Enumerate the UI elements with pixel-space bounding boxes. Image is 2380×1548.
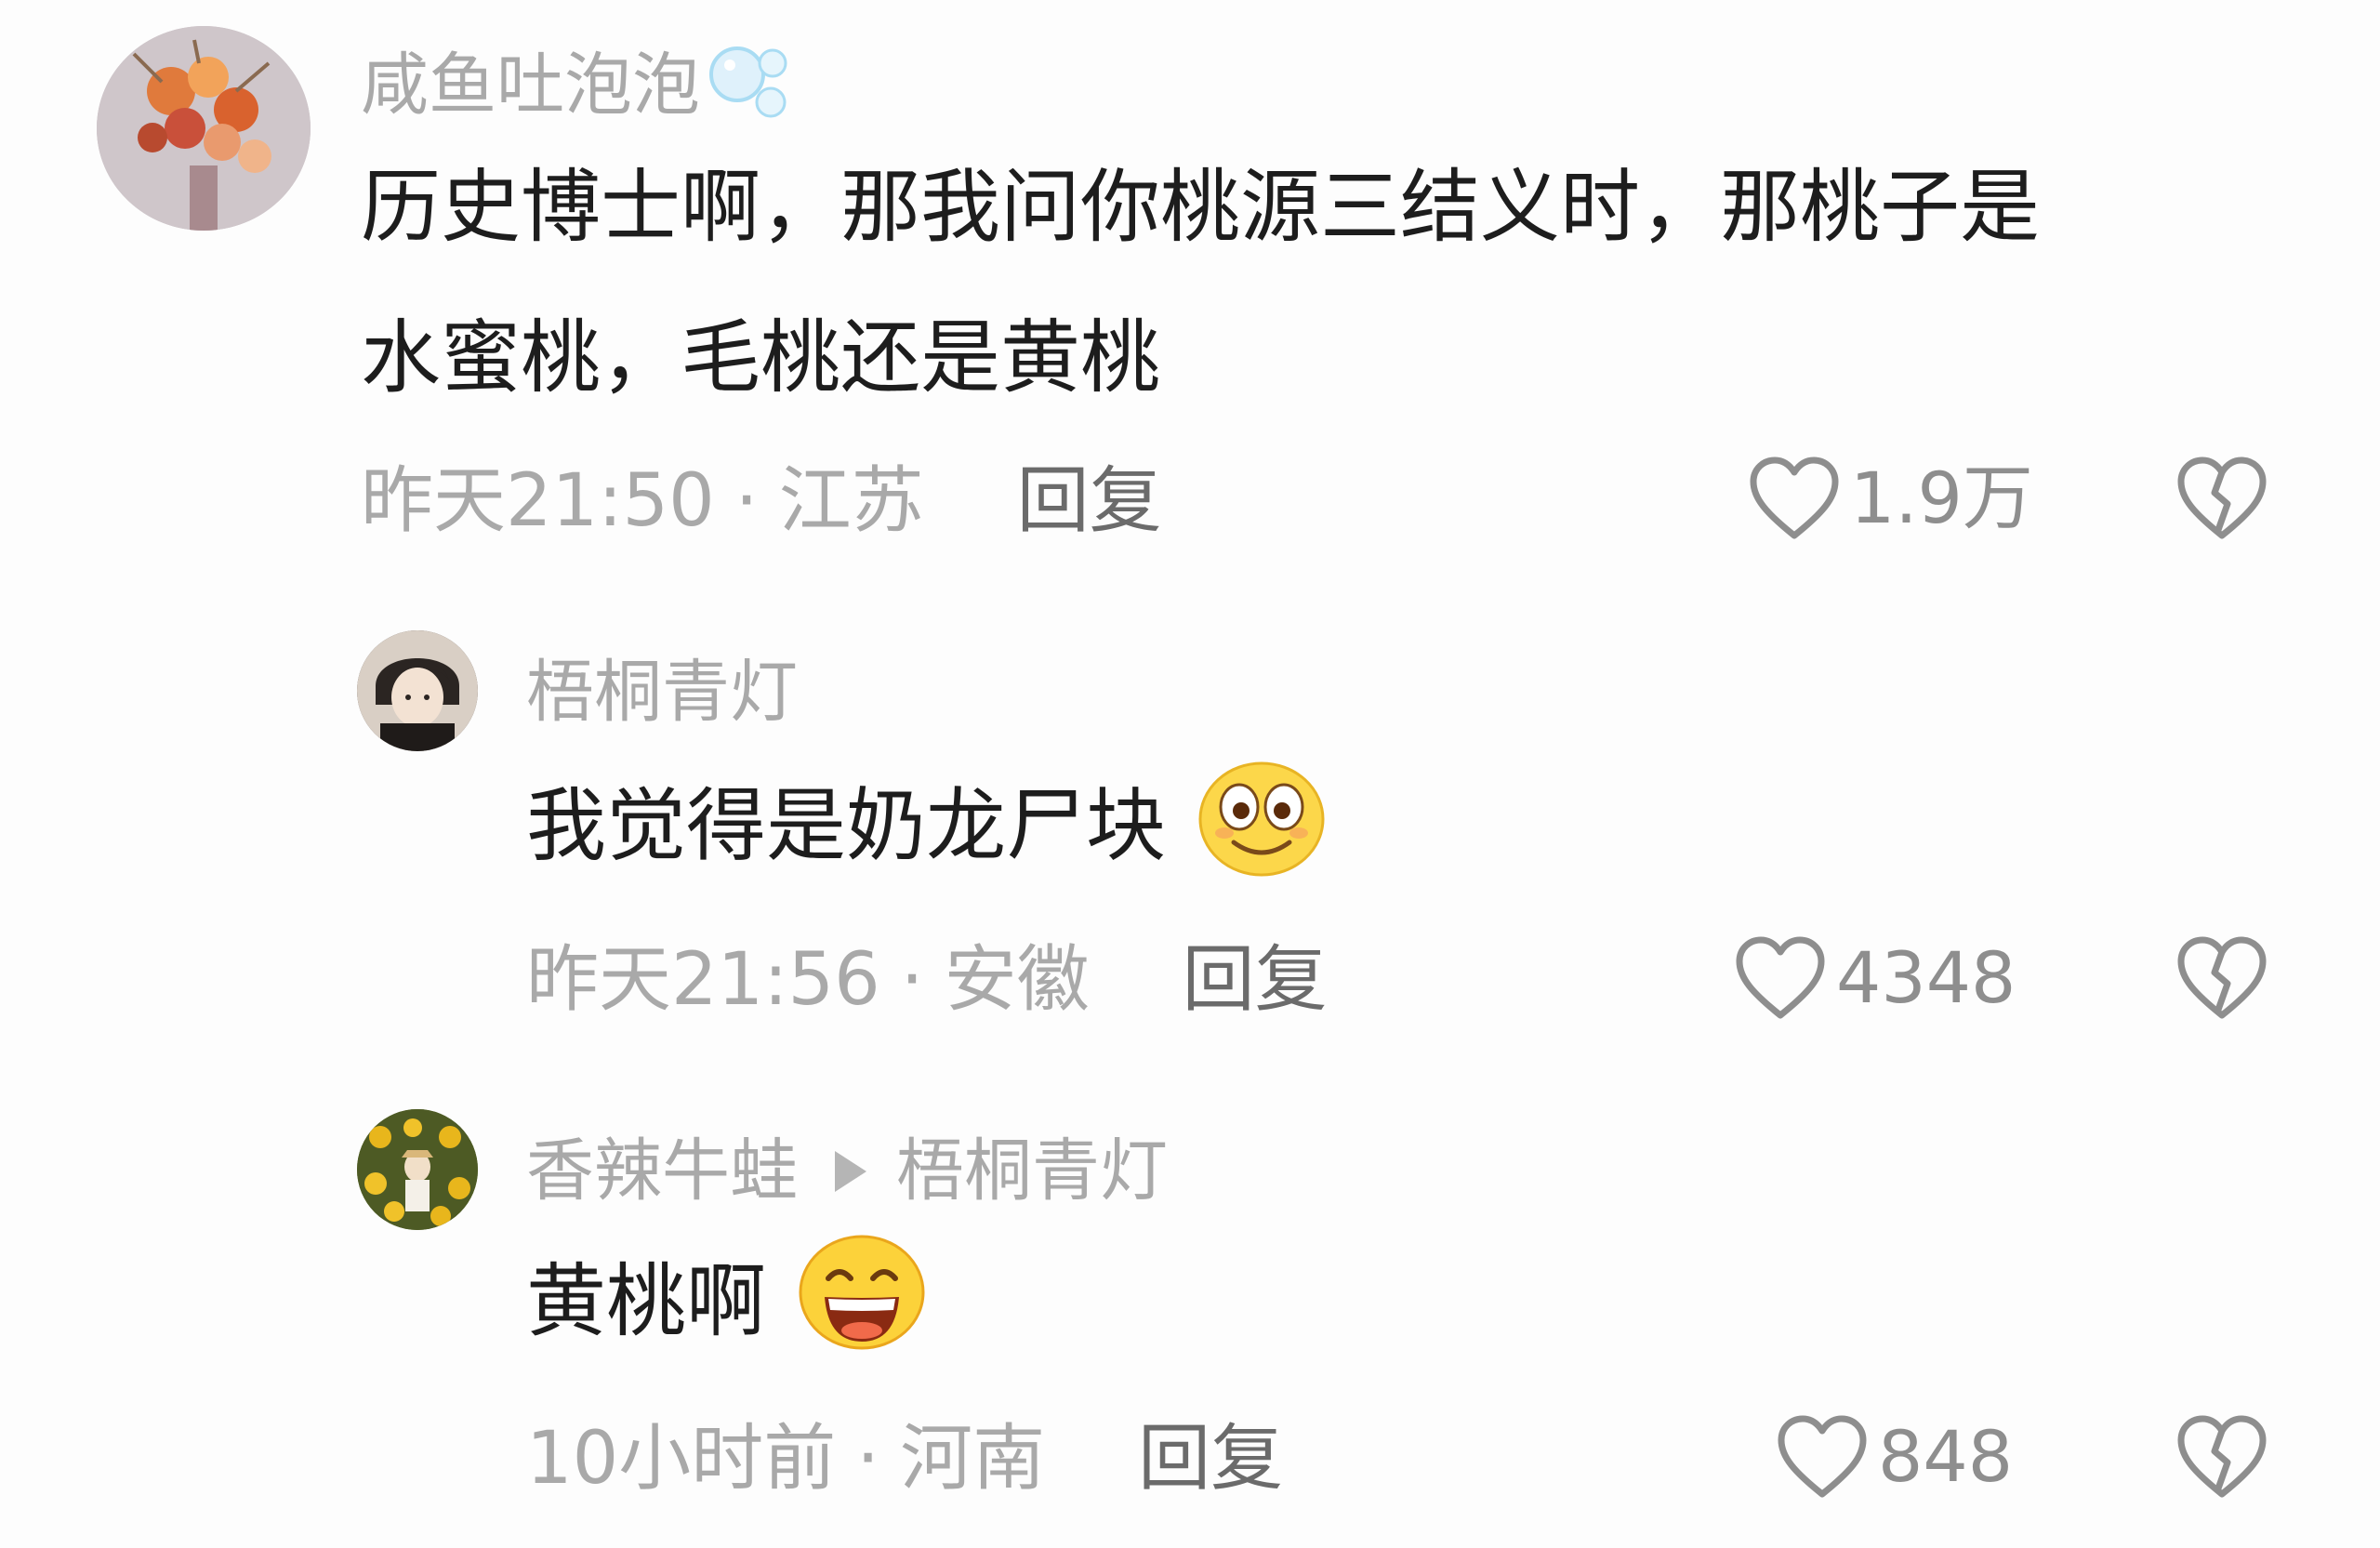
reply-item: 香辣牛蛙 梧桐青灯 黄桃啊 10小时前 · 河南 回复 848 — [0, 1092, 2380, 1548]
comment-meta: 昨天21:56 · 安徽 回复 — [526, 944, 1328, 1016]
timestamp: 昨天21:56 — [526, 938, 880, 1022]
like-count: 848 — [1878, 1415, 2014, 1498]
reply-to-username[interactable]: 梧桐青灯 — [896, 1137, 1168, 1205]
heart-outline-icon — [1736, 936, 1825, 1019]
like-button[interactable]: 1.9万 — [1748, 456, 2033, 541]
comment-item: 咸鱼吐泡泡 历史博士啊，那我问你桃源三结义时，那桃子是 水蜜桃，毛桃还是黄桃 昨… — [0, 0, 2380, 576]
broken-heart-icon — [2177, 456, 2267, 539]
broken-heart-icon — [2177, 936, 2267, 1019]
username[interactable]: 梧桐青灯 — [526, 658, 798, 726]
bubbles-emoji-icon — [707, 37, 800, 132]
like-button[interactable]: 4348 — [1734, 935, 2016, 1021]
avatar[interactable] — [357, 630, 478, 751]
username-text: 咸鱼吐泡泡 — [361, 45, 700, 125]
heart-outline-icon — [1778, 1415, 1867, 1498]
location: 江苏 — [778, 459, 924, 543]
reply-item: 梧桐青灯 我觉得是奶龙尸块 昨天21:56 · 安徽 回复 4348 — [0, 614, 2380, 1060]
dislike-button[interactable] — [2175, 935, 2268, 1025]
reply-button[interactable]: 回复 — [1017, 465, 1162, 537]
timestamp: 昨天21:50 — [361, 459, 715, 543]
comment-text-line: 水蜜桃，毛桃还是黄桃 — [361, 311, 1160, 404]
dislike-button[interactable] — [2175, 1414, 2268, 1503]
sunflower-field-icon — [357, 1109, 478, 1230]
comment-text: 黄桃啊 — [526, 1232, 2200, 1382]
comment-text: 历史博士啊，那我问你桃源三结义时，那桃子是 水蜜桃，毛桃还是黄桃 — [361, 132, 2313, 433]
reply-button[interactable]: 回复 — [1138, 1422, 1283, 1495]
username[interactable]: 香辣牛蛙 梧桐青灯 — [526, 1137, 1168, 1205]
like-button[interactable]: 848 — [1776, 1414, 2013, 1500]
anime-boy-icon — [357, 630, 478, 751]
broken-heart-icon — [2177, 1415, 2267, 1498]
comment-text: 我觉得是奶龙尸块 — [526, 759, 2200, 904]
wide-eyed-smile-emoji-icon — [1197, 759, 1327, 904]
like-count: 1.9万 — [1850, 456, 2033, 539]
reply-button[interactable]: 回复 — [1183, 944, 1328, 1016]
comment-text-line: 历史博士啊，那我问你桃源三结义时，那桃子是 — [361, 161, 2040, 254]
flower-bouquet-icon — [97, 26, 311, 231]
comment-text-line: 我觉得是奶龙尸块 — [526, 779, 1166, 873]
username-text: 香辣牛蛙 — [526, 1131, 798, 1211]
avatar[interactable] — [97, 26, 311, 231]
separator: · — [856, 1417, 880, 1501]
username-text: 梧桐青灯 — [526, 653, 798, 732]
grinning-emoji-icon — [797, 1232, 927, 1382]
location: 河南 — [900, 1417, 1046, 1501]
heart-outline-icon — [1750, 456, 1839, 539]
like-count: 4348 — [1836, 936, 2016, 1019]
comment-meta: 昨天21:50 · 江苏 回复 — [361, 465, 1162, 537]
separator: · — [900, 938, 924, 1022]
avatar[interactable] — [357, 1109, 478, 1230]
timestamp: 10小时前 — [526, 1417, 837, 1501]
dislike-button[interactable] — [2175, 456, 2268, 545]
separator: · — [734, 459, 759, 543]
location: 安徽 — [944, 938, 1090, 1022]
comment-list: 咸鱼吐泡泡 历史博士啊，那我问你桃源三结义时，那桃子是 水蜜桃，毛桃还是黄桃 昨… — [0, 0, 2380, 1548]
username[interactable]: 咸鱼吐泡泡 — [361, 37, 800, 132]
reply-arrow-icon — [835, 1150, 866, 1192]
comment-meta: 10小时前 · 河南 回复 — [526, 1422, 1283, 1495]
comment-text-line: 黄桃啊 — [526, 1254, 766, 1348]
